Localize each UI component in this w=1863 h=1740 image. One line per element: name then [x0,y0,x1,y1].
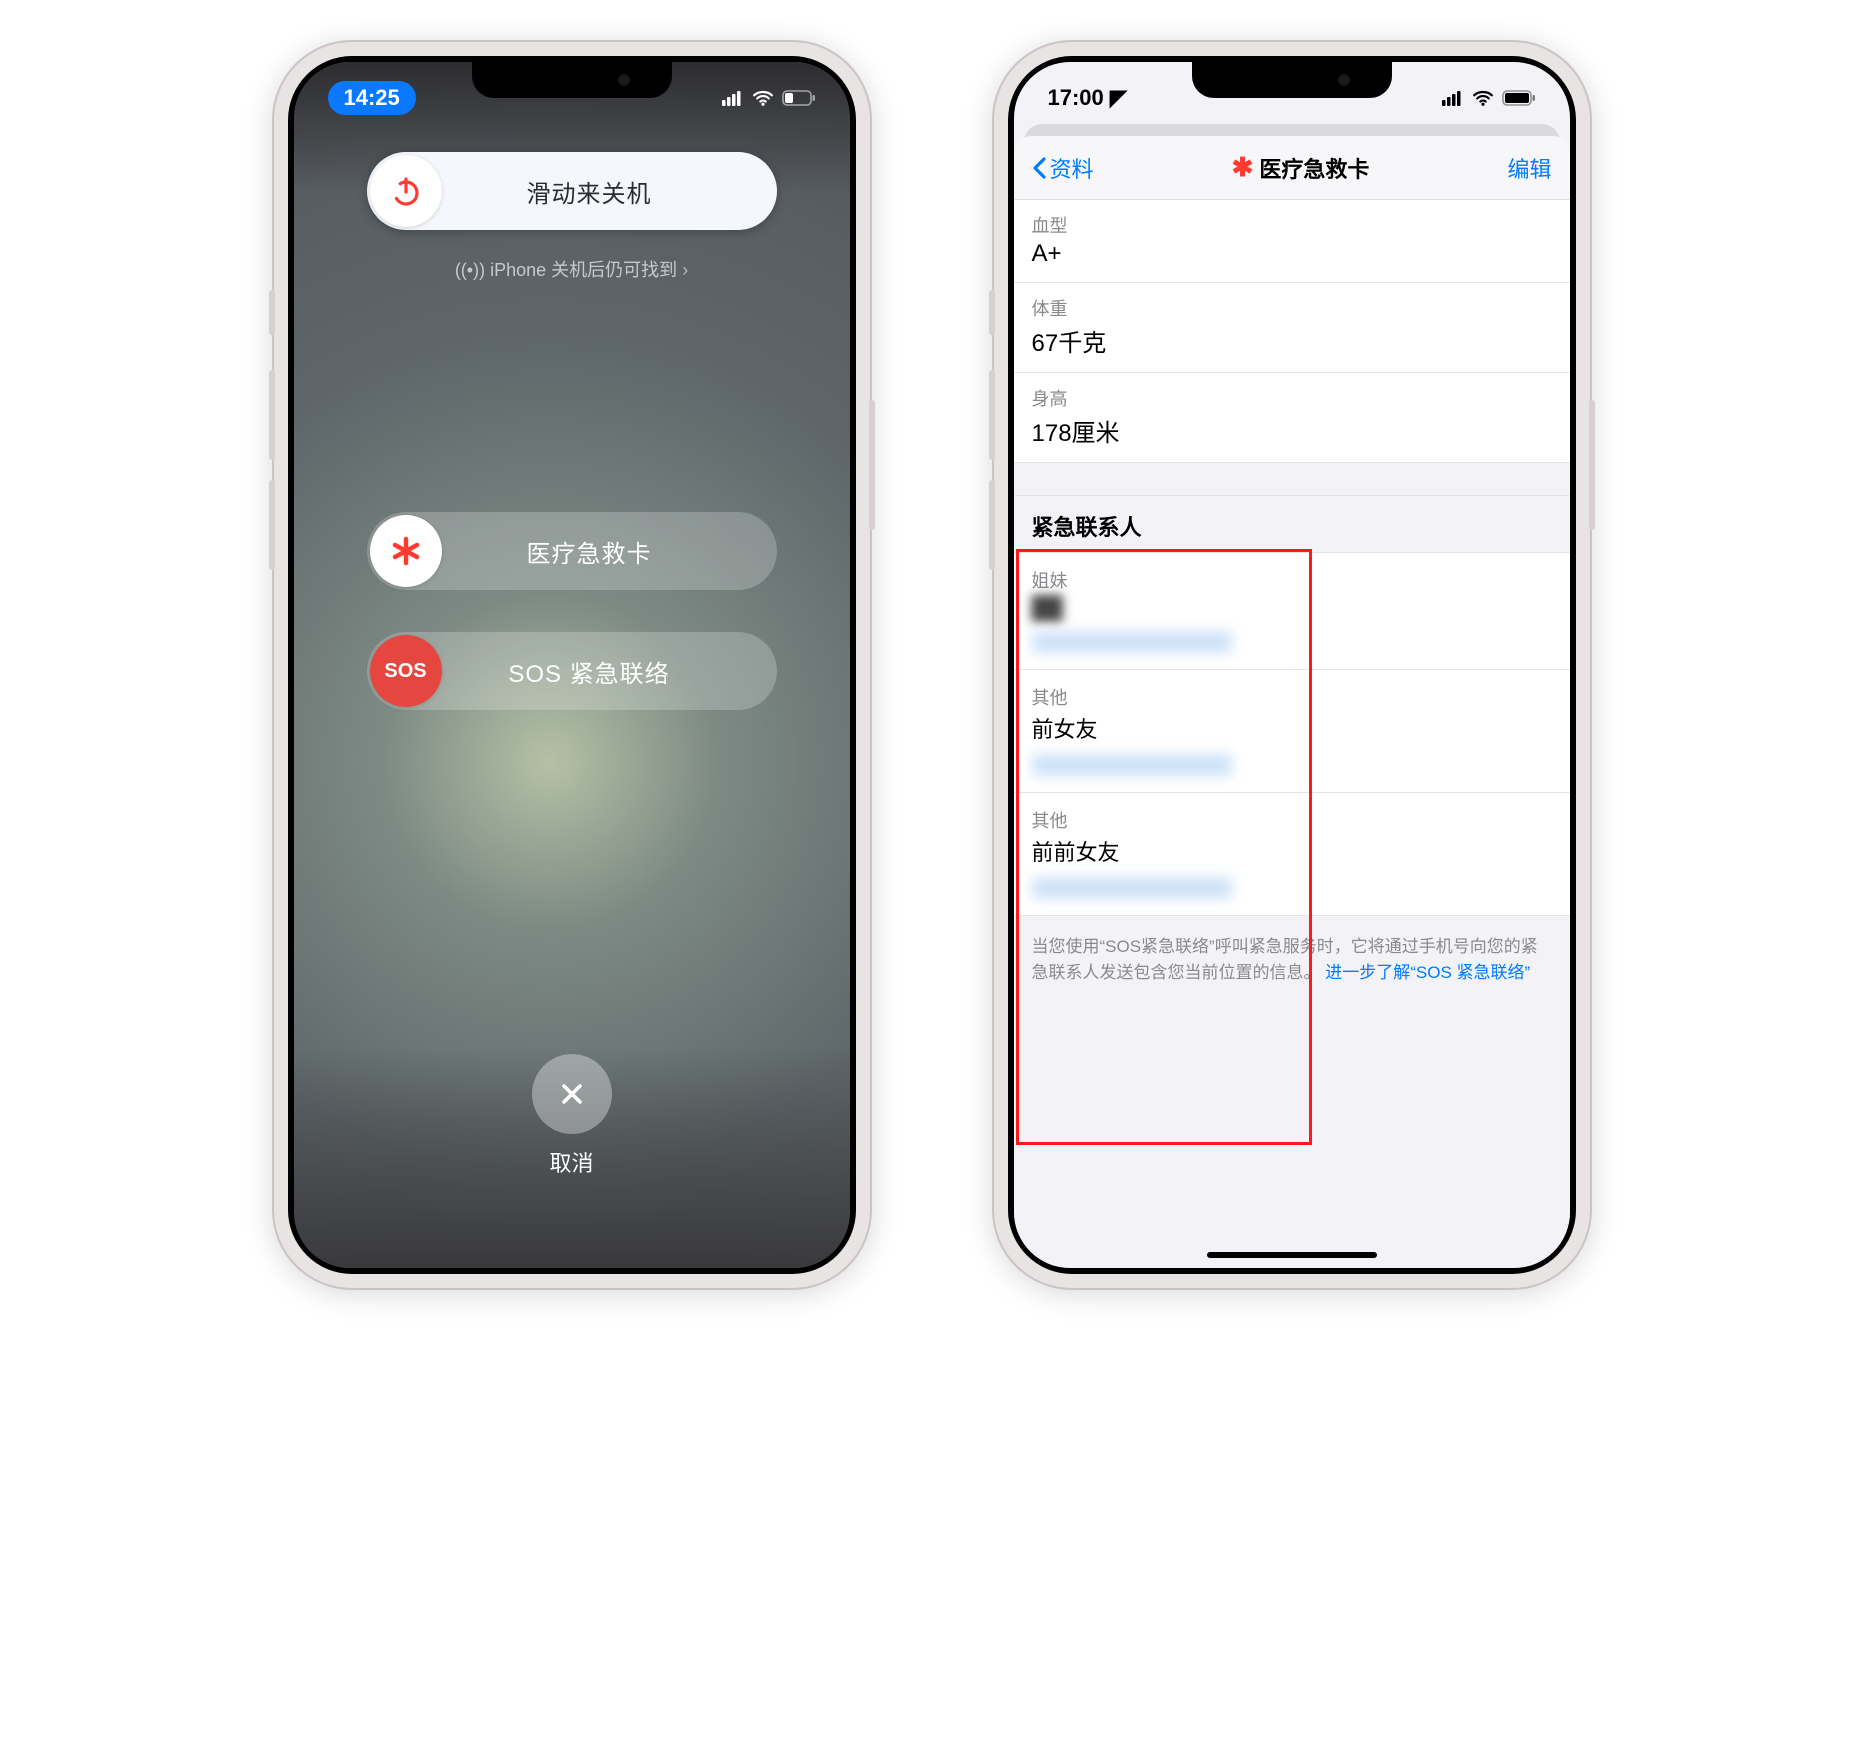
close-icon [555,1077,589,1111]
cell-weight: 体重 67千克 [1014,283,1570,373]
sos-label: SOS 紧急联络 [442,654,777,689]
notch [472,62,672,98]
battery-icon [782,90,816,106]
medical-id-slider[interactable]: 医疗急救卡 [367,512,777,590]
status-icons [1442,90,1536,106]
volume-up [989,370,995,460]
volume-up [269,370,275,460]
medical-asterisk-icon [390,535,422,567]
contact-name: 前女友 [1032,712,1552,744]
status-time: 14:25 [328,81,416,115]
medical-id-label: 医疗急救卡 [442,534,777,569]
contact-name: ██ [1032,595,1552,621]
cancel-group: 取消 [294,1054,850,1178]
sos-text-icon: SOS [384,660,426,683]
nav-back-label: 资料 [1050,152,1094,184]
volume-down [269,480,275,570]
caption: 体重 [1032,295,1552,321]
medical-id-sheet: 资料 ✱ 医疗急救卡 编辑 血型 A+ 体重 67千克 身高 [1014,136,1570,1268]
nav-edit-button[interactable]: 编辑 [1507,152,1551,184]
contact-relation: 姐妹 [1032,567,1552,593]
contact-phone-redacted [1032,877,1232,899]
wifi-icon [752,90,774,106]
contact-relation: 其他 [1032,807,1552,833]
contact-phone-redacted [1032,754,1232,776]
power-icon [388,173,424,209]
phone-left: 14:25 滑动来关机 ((•)) [272,40,872,1290]
contact-phone-redacted [1032,631,1232,653]
wifi-icon [1472,90,1494,106]
cell-height: 身高 178厘米 [1014,373,1570,463]
status-time: 17:00 ◤ [1048,85,1127,111]
side-button [1589,400,1595,530]
emergency-contacts-header: 紧急联系人 [1014,495,1570,553]
mute-switch [269,290,275,335]
nav-bar: 资料 ✱ 医疗急救卡 编辑 [1014,136,1570,200]
sos-slider[interactable]: SOS SOS 紧急联络 [367,632,777,710]
footer-text: 当您使用“SOS紧急联络”呼叫紧急服务时，它将通过手机号向您的紧急联系人发送包含… [1014,916,1570,985]
mute-switch [989,290,995,335]
find-my-icon: ((•)) [455,260,485,281]
phone-right: 17:00 ◤ [992,40,1592,1290]
home-indicator[interactable] [1207,1252,1377,1258]
cell-blood-type: 血型 A+ [1014,200,1570,283]
value: 67千克 [1032,323,1552,358]
learn-more-link[interactable]: 进一步了解“SOS 紧急联络” [1325,963,1530,982]
find-my-subtext: ((•)) iPhone 关机后仍可找到 › [294,256,850,282]
battery-icon [1502,90,1536,106]
caption: 身高 [1032,385,1552,411]
power-off-label: 滑动来关机 [442,174,777,209]
contact-row[interactable]: 其他 前女友 [1014,670,1570,793]
cancel-button[interactable] [532,1054,612,1134]
medical-knob[interactable] [370,515,442,587]
nav-back-button[interactable]: 资料 [1032,152,1094,184]
section-gap [1014,463,1570,495]
location-arrow-icon: ◤ [1110,85,1127,111]
value: A+ [1032,240,1552,268]
contact-row[interactable]: 其他 前前女友 [1014,793,1570,916]
power-knob[interactable] [370,155,442,227]
medical-asterisk-icon: ✱ [1232,152,1254,183]
cancel-label: 取消 [549,1146,593,1178]
cellular-icon [722,90,744,106]
notch [1192,62,1392,98]
screen-poweroff: 14:25 滑动来关机 ((•)) [294,62,850,1268]
volume-down [989,480,995,570]
value: 178厘米 [1032,413,1552,448]
sos-knob[interactable]: SOS [370,635,442,707]
find-my-text: iPhone 关机后仍可找到 [490,260,677,280]
contact-row[interactable]: 姐妹 ██ [1014,553,1570,670]
power-off-slider[interactable]: 滑动来关机 [367,152,777,230]
side-button [869,400,875,530]
chevron-right-icon: › [682,260,688,280]
screen-medical-id: 17:00 ◤ [1014,62,1570,1268]
cellular-icon [1442,90,1464,106]
info-section: 血型 A+ 体重 67千克 身高 178厘米 [1014,200,1570,463]
caption: 血型 [1032,212,1552,238]
nav-title: ✱ 医疗急救卡 [1232,152,1370,184]
status-icons [722,90,816,106]
contact-name: 前前女友 [1032,835,1552,867]
contact-relation: 其他 [1032,684,1552,710]
chevron-left-icon [1032,157,1048,179]
